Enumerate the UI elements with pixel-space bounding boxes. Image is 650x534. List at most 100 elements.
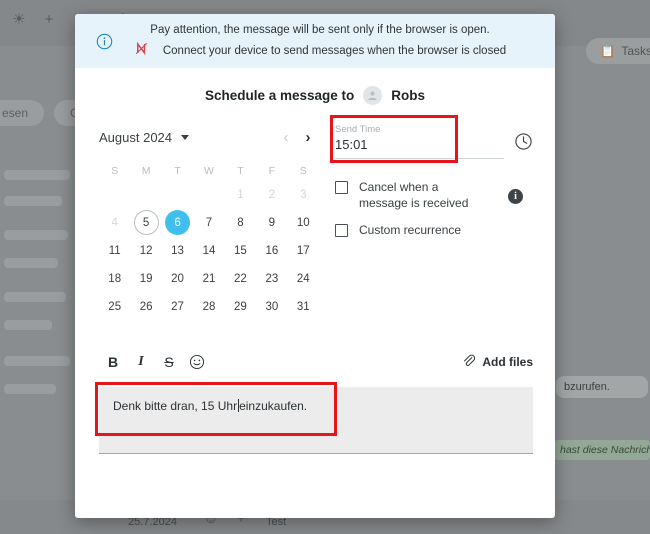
calendar-day[interactable]: 28	[193, 293, 224, 320]
calendar-day[interactable]: 23	[256, 265, 287, 292]
calendar-day[interactable]: 8	[225, 209, 256, 236]
calendar-day-label: 22	[234, 272, 247, 285]
option-cancel-on-reply[interactable]: Cancel when a message is received	[335, 179, 533, 211]
calendar-day-today[interactable]: 5	[130, 209, 161, 236]
calendar-day[interactable]: 15	[225, 237, 256, 264]
calendar-day[interactable]: 30	[256, 293, 287, 320]
calendar-day[interactable]: 22	[225, 265, 256, 292]
italic-button[interactable]: I	[127, 349, 155, 375]
add-files-button[interactable]: Add files	[461, 353, 533, 371]
info-filled-icon[interactable]: i	[508, 189, 523, 204]
send-time-field[interactable]: Send Time 15:01	[335, 123, 504, 159]
calendar-weeks: 1 2 3 4 5 6 7 8 9 10 11 12 13 14 15 16 17 18 19 20 21 22 23 24 2…	[99, 181, 319, 320]
mute-icon[interactable]: ☀	[6, 6, 32, 32]
calendar-day[interactable]: 25	[99, 293, 130, 320]
device-disconnected-icon	[134, 41, 149, 61]
emoji-smiley-icon[interactable]	[183, 349, 211, 375]
clock-icon[interactable]	[514, 132, 533, 156]
calendar-day-label: 4	[111, 216, 118, 229]
send-time-input[interactable]: 15:01	[335, 136, 504, 154]
calendar-day[interactable]: 18	[99, 265, 130, 292]
dialog-title-row: Schedule a message to Robs	[75, 86, 555, 105]
calendar-day-disabled[interactable]: 4	[99, 209, 130, 236]
list-item[interactable]	[4, 230, 68, 240]
calendar-day-label: 11	[108, 244, 121, 257]
calendar-day[interactable]: 7	[193, 209, 224, 236]
calendar-day[interactable]: 12	[130, 237, 161, 264]
filter-pill-unread[interactable]: esen	[0, 100, 45, 126]
calendar-day-label	[102, 182, 127, 207]
option-custom-recurrence[interactable]: Custom recurrence	[335, 222, 533, 238]
calendar-panel: August 2024 ‹ › S M T W T F S 1234567891…	[99, 123, 319, 321]
calendar-day-empty	[162, 181, 193, 208]
weekday-label: M	[141, 165, 151, 177]
calendar-day-label: 15	[234, 244, 247, 257]
calendar-day[interactable]: 29	[225, 293, 256, 320]
calendar-day-disabled[interactable]: 3	[288, 181, 319, 208]
calendar-day[interactable]: 10	[288, 209, 319, 236]
calendar-day[interactable]: 26	[130, 293, 161, 320]
message-text-before-caret: Denk bitte dran, 15 Uhr	[113, 399, 238, 413]
calendar-day[interactable]: 11	[99, 237, 130, 264]
add-person-icon[interactable]: +	[36, 6, 62, 32]
schedule-message-dialog: Pay attention, the message will be sent …	[75, 14, 555, 518]
calendar-day[interactable]: 14	[193, 237, 224, 264]
calendar-day-label: 2	[268, 188, 276, 201]
calendar-day-disabled[interactable]: 2	[256, 181, 287, 208]
bold-button[interactable]: B	[99, 349, 127, 375]
calendar-day[interactable]: 9	[256, 209, 287, 236]
calendar-day-empty	[130, 181, 161, 208]
system-message-banner: hast diese Nachricht	[554, 440, 650, 460]
list-item[interactable]	[4, 320, 52, 330]
calendar-day-label: 23	[265, 272, 279, 285]
tasks-label: Tasks	[621, 44, 650, 58]
calendar-week-row: 18 19 20 21 22 23 24	[99, 265, 319, 292]
calendar-day[interactable]: 19	[130, 265, 161, 292]
calendar-day-label	[134, 182, 159, 207]
chevron-down-icon[interactable]	[181, 134, 190, 140]
strikethrough-button[interactable]: S	[155, 349, 183, 375]
calendar-day-label: 16	[265, 244, 279, 257]
message-input[interactable]: Denk bitte dran, 15 Uhr einzukaufen.	[99, 387, 533, 454]
calendar-day-label: 7	[205, 216, 213, 229]
tasks-button[interactable]: 📋 Tasks	[586, 38, 650, 64]
calendar-day-label	[165, 182, 190, 207]
paperclip-icon	[461, 353, 476, 371]
calendar-day[interactable]: 20	[162, 265, 193, 292]
browser-open-notice: Pay attention, the message will be sent …	[75, 14, 555, 68]
calendar-month-label: August 2024	[99, 129, 173, 145]
info-circle-icon	[89, 33, 119, 50]
chevron-left-icon[interactable]: ‹	[275, 130, 297, 145]
list-item[interactable]	[4, 356, 70, 366]
list-item[interactable]	[4, 170, 70, 180]
calendar-day[interactable]: 17	[288, 237, 319, 264]
checkbox-cancel-on-reply[interactable]	[335, 181, 348, 194]
list-item[interactable]	[4, 196, 62, 206]
weekday-label: T	[237, 165, 244, 177]
calendar-day-label: 5	[133, 210, 159, 235]
calendar-day[interactable]: 21	[193, 265, 224, 292]
calendar-day[interactable]: 16	[256, 237, 287, 264]
calendar-day-label: 14	[202, 244, 216, 257]
send-time-label: Send Time	[335, 124, 381, 135]
calendar-day-label: 26	[139, 300, 153, 313]
calendar-week-row: 1 2 3	[99, 181, 319, 208]
calendar-day-label: 18	[108, 272, 122, 285]
calendar-day[interactable]: 13	[162, 237, 193, 264]
checkbox-custom-recurrence[interactable]	[335, 224, 348, 237]
list-item[interactable]	[4, 292, 66, 302]
calendar-weekday-header: S M T W T F S	[99, 161, 319, 181]
calendar-day-selected[interactable]: 6	[162, 209, 193, 236]
chevron-right-icon[interactable]: ›	[297, 130, 319, 145]
list-item[interactable]	[4, 258, 58, 268]
calendar-day[interactable]: 24	[288, 265, 319, 292]
list-item[interactable]	[4, 384, 56, 394]
calendar-day[interactable]: 27	[162, 293, 193, 320]
calendar-day[interactable]: 31	[288, 293, 319, 320]
weekday-label: W	[204, 165, 214, 177]
calendar-week-row: 11 12 13 14 15 16 17	[99, 237, 319, 264]
options-panel: Send Time 15:01 i Cancel when a message …	[319, 115, 533, 321]
options-list: i Cancel when a message is received Cust…	[335, 179, 533, 238]
calendar-day-label: 29	[234, 300, 247, 313]
calendar-day-disabled[interactable]: 1	[225, 181, 256, 208]
